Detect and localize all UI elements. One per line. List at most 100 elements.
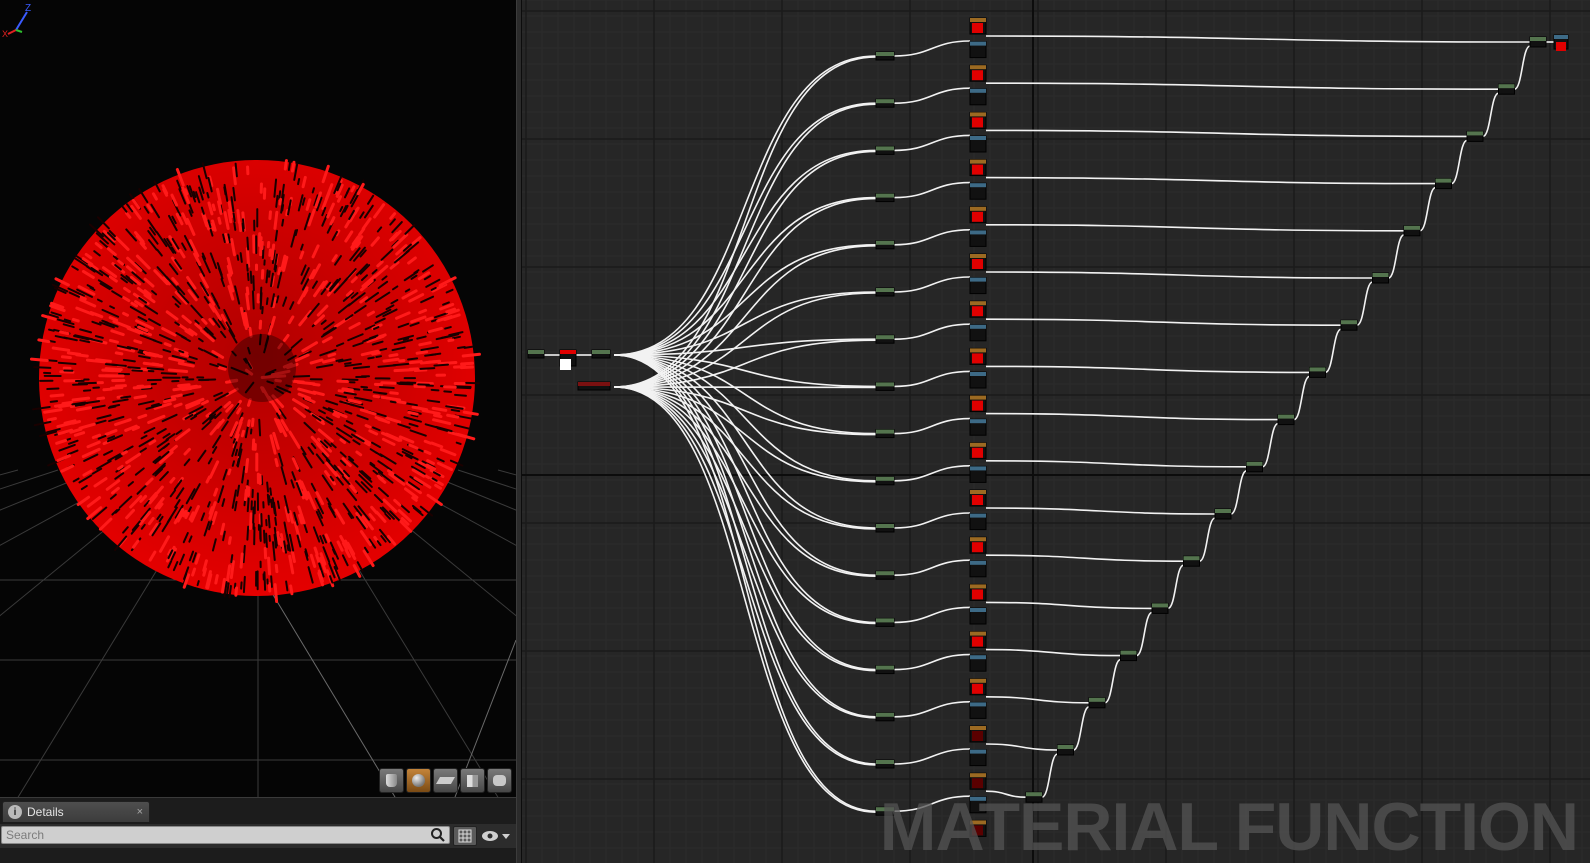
split-node xyxy=(591,349,611,359)
param-node xyxy=(875,193,895,203)
wire xyxy=(1482,92,1499,138)
details-search-row xyxy=(0,824,516,848)
wire xyxy=(1293,375,1310,421)
wire xyxy=(893,653,971,671)
graph-type-watermark: MATERIAL FUNCTION xyxy=(879,789,1579,863)
search-icon[interactable] xyxy=(430,827,446,843)
param-node xyxy=(875,240,895,250)
mask-node xyxy=(969,513,987,531)
lerp-chain-node xyxy=(1088,697,1106,709)
mask-node xyxy=(969,229,987,247)
preview-plane-button[interactable] xyxy=(433,768,458,793)
lerp-chain-node xyxy=(1372,272,1389,284)
lerp-chain-node xyxy=(1151,602,1169,614)
red-swatch xyxy=(972,778,983,789)
wire xyxy=(985,35,1531,43)
red-swatch xyxy=(972,23,983,33)
red-swatch xyxy=(972,353,983,364)
lerp-chain-node xyxy=(1246,461,1263,473)
red-swatch xyxy=(972,117,983,128)
param-node xyxy=(875,98,895,108)
wire xyxy=(1514,45,1531,90)
search-input[interactable] xyxy=(6,828,406,842)
preview-mesh-button[interactable] xyxy=(487,768,512,793)
red-swatch xyxy=(972,683,983,694)
preview-cube-button[interactable] xyxy=(460,768,485,793)
wire xyxy=(893,229,971,246)
wire xyxy=(613,386,877,719)
mask-node xyxy=(969,88,987,106)
wire xyxy=(1073,706,1090,751)
lerp-chain-node xyxy=(1435,178,1452,190)
material-graph-canvas[interactable]: MATERIAL FUNCTION xyxy=(522,0,1590,863)
red-swatch xyxy=(972,306,983,317)
material-preview-viewport[interactable]: Z X xyxy=(0,0,516,797)
red-swatch xyxy=(972,400,983,411)
mask-node xyxy=(969,418,987,436)
details-tab-label: Details xyxy=(27,805,64,819)
axis-x-label: X xyxy=(2,29,8,39)
axis-gizmo-icon: Z X xyxy=(2,3,31,39)
wire xyxy=(613,386,877,813)
wire xyxy=(613,386,877,530)
mesh-icon xyxy=(493,775,506,786)
view-options-eye-icon[interactable] xyxy=(480,828,512,844)
lerp-chain-node xyxy=(1277,414,1295,426)
red-swatch xyxy=(972,259,983,269)
wire xyxy=(985,224,1405,232)
lerp-chain-node xyxy=(1498,83,1515,95)
wire xyxy=(1230,470,1247,515)
close-icon[interactable]: × xyxy=(137,806,143,818)
red-swatch xyxy=(972,542,983,553)
property-matrix-button[interactable] xyxy=(453,826,477,846)
wire xyxy=(613,386,877,672)
param-node xyxy=(875,665,895,675)
wire xyxy=(613,244,877,356)
param-node xyxy=(875,476,895,486)
wire xyxy=(613,386,877,577)
param-node xyxy=(875,51,895,61)
mask-node xyxy=(969,371,987,389)
details-tab[interactable]: i Details × xyxy=(2,801,150,822)
graph-wires xyxy=(544,35,1554,813)
red-swatch xyxy=(972,164,983,175)
lerp-chain-node xyxy=(1403,225,1421,237)
mask-node xyxy=(969,560,987,578)
mask-node xyxy=(969,749,987,767)
wire xyxy=(613,103,877,388)
red-swatch xyxy=(972,495,983,505)
param-node xyxy=(875,287,895,297)
preview-sphere-button[interactable] xyxy=(406,768,431,793)
wire xyxy=(985,412,1279,421)
vector-node xyxy=(577,381,611,391)
preview-shape-toolbar xyxy=(379,768,512,793)
mask-node xyxy=(969,465,987,483)
param-node xyxy=(875,145,895,155)
cylinder-icon xyxy=(386,774,397,787)
wire xyxy=(893,559,971,576)
mask-node xyxy=(969,324,987,342)
red-swatch xyxy=(972,211,983,222)
red-swatch xyxy=(972,589,983,600)
param-node xyxy=(875,523,895,533)
mask-node xyxy=(969,701,987,719)
lerp-chain-node xyxy=(1183,555,1200,567)
wire xyxy=(985,507,1216,515)
output-swatch xyxy=(1556,42,1566,51)
wire xyxy=(893,134,971,152)
wire xyxy=(893,606,971,624)
lerp-chain-node xyxy=(1214,508,1232,520)
wire xyxy=(613,386,877,483)
details-panel: i Details × xyxy=(0,797,516,863)
red-swatch xyxy=(972,636,983,647)
mask-node xyxy=(969,277,987,295)
preview-cylinder-button[interactable] xyxy=(379,768,404,793)
node-graph xyxy=(522,0,1590,863)
details-search-box[interactable] xyxy=(1,826,450,844)
wire xyxy=(613,386,877,625)
grid-icon xyxy=(458,829,472,843)
wire xyxy=(613,354,877,482)
wire xyxy=(1262,422,1279,468)
wire xyxy=(893,276,971,293)
wire xyxy=(893,465,971,482)
